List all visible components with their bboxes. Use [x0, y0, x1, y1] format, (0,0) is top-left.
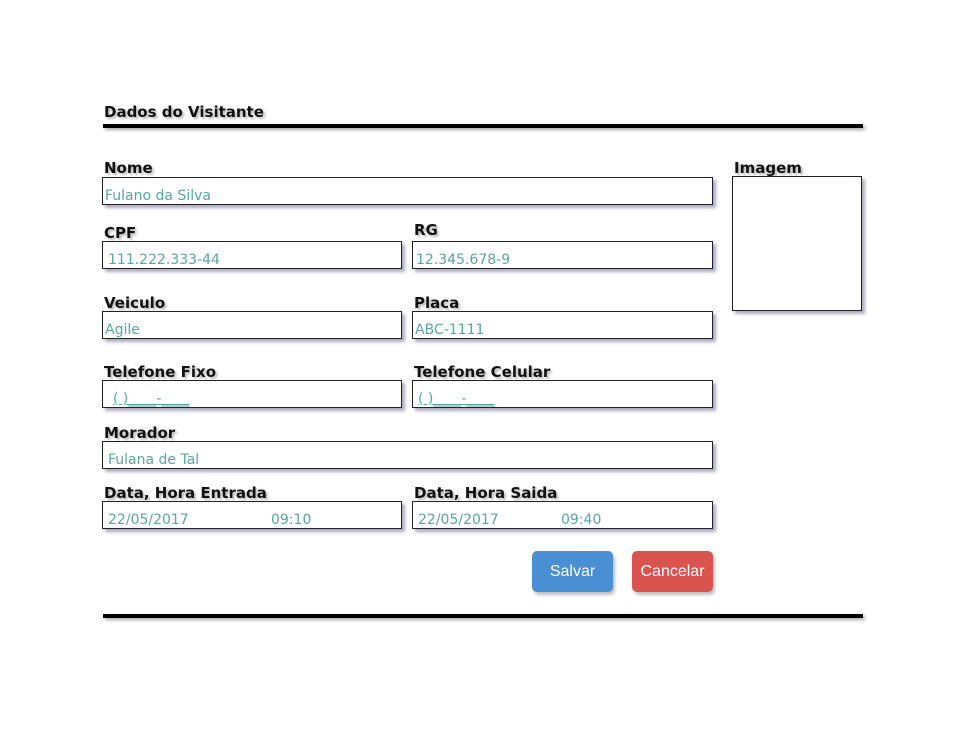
rg-input[interactable]: 12.345.678-9 — [412, 241, 713, 269]
top-divider — [103, 124, 863, 128]
cancel-button[interactable]: Cancelar — [632, 551, 713, 592]
saida-label: Data, Hora Saida — [414, 484, 558, 502]
rg-value: 12.345.678-9 — [416, 252, 511, 268]
placa-input[interactable]: ABC-1111 — [412, 311, 713, 339]
image-placeholder[interactable] — [732, 176, 862, 311]
image-label: Imagem — [734, 159, 802, 177]
entrada-label: Data, Hora Entrada — [104, 484, 267, 502]
entrada-input[interactable]: 22/05/2017 09:10 — [102, 501, 402, 529]
placa-value: ABC-1111 — [415, 322, 485, 338]
saida-date: 22/05/2017 — [418, 512, 499, 528]
bottom-divider — [103, 614, 863, 618]
nome-label: Nome — [104, 159, 153, 177]
telefone-fixo-value: ( )____-____ — [113, 391, 190, 407]
saida-input[interactable]: 22/05/2017 09:40 — [412, 501, 713, 529]
veiculo-input[interactable]: Agile — [102, 311, 402, 339]
section-title: Dados do Visitante — [104, 103, 264, 121]
telefone-celular-value: ( )____-____ — [418, 391, 495, 407]
telefone-fixo-input[interactable]: ( )____-____ — [102, 380, 402, 408]
nome-input[interactable]: Fulano da Silva — [102, 177, 713, 205]
cpf-value: 111.222.333-44 — [108, 252, 220, 268]
cpf-input[interactable]: 111.222.333-44 — [102, 241, 402, 269]
rg-label: RG — [414, 221, 438, 239]
placa-label: Placa — [414, 294, 460, 312]
telefone-fixo-label: Telefone Fixo — [104, 363, 217, 381]
telefone-celular-input[interactable]: ( )____-____ — [412, 380, 713, 408]
entrada-time: 09:10 — [271, 512, 312, 528]
save-button[interactable]: Salvar — [532, 551, 613, 592]
entrada-date: 22/05/2017 — [108, 512, 189, 528]
nome-value: Fulano da Silva — [105, 188, 211, 204]
morador-label: Morador — [104, 424, 176, 442]
telefone-celular-label: Telefone Celular — [414, 363, 551, 381]
veiculo-label: Veiculo — [104, 294, 166, 312]
morador-input[interactable]: Fulana de Tal — [102, 441, 713, 469]
veiculo-value: Agile — [105, 322, 140, 338]
saida-time: 09:40 — [561, 512, 602, 528]
morador-value: Fulana de Tal — [108, 452, 200, 468]
cpf-label: CPF — [104, 224, 137, 242]
